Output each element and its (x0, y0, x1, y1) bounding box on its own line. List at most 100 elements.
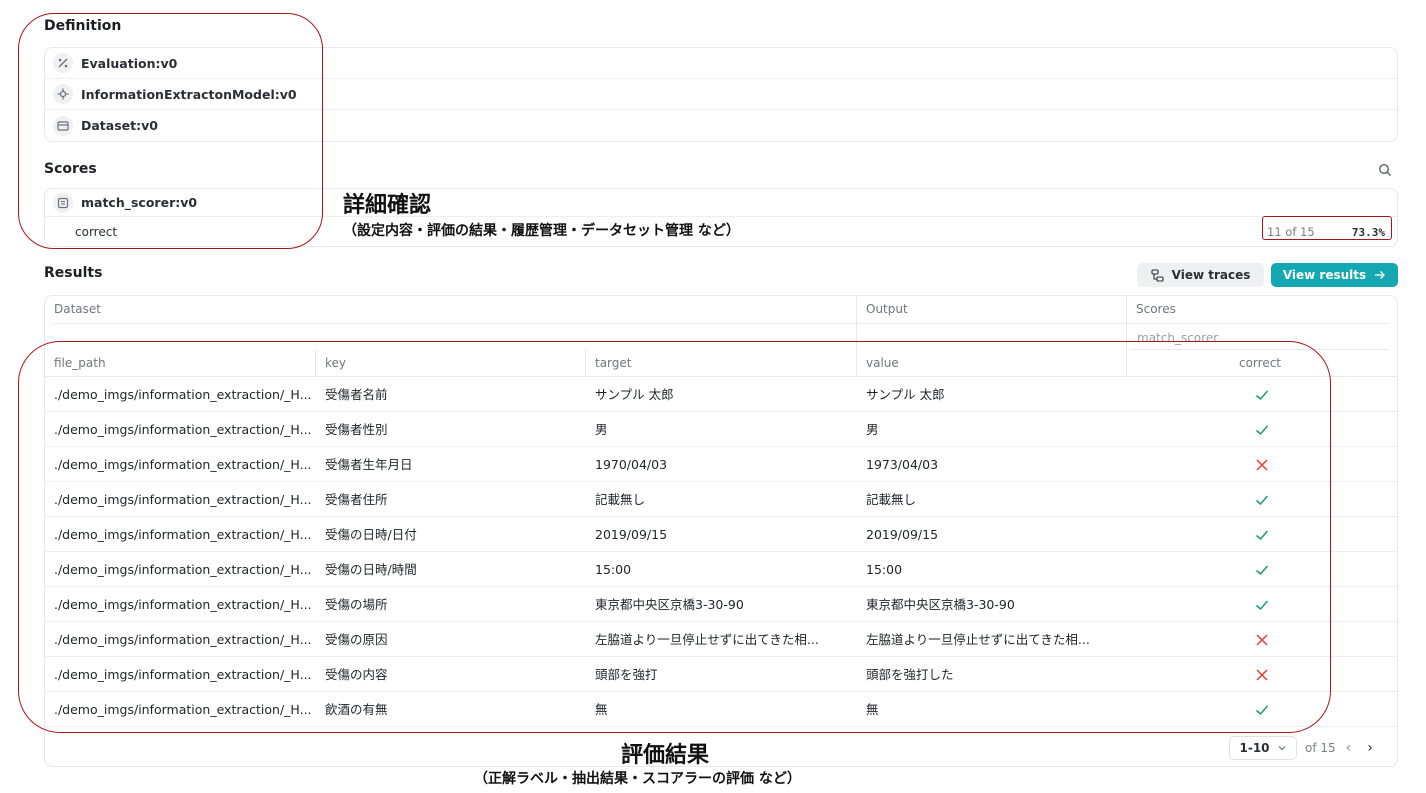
definition-item-label: InformationExtractonModel:v0 (81, 86, 297, 102)
cell-target: 左脇道より一旦停止せずに出てきた相... (595, 632, 819, 647)
definition-card: Evaluation:v0 InformationExtractonModel:… (44, 47, 1398, 142)
column-file-path[interactable]: file_path (45, 350, 316, 377)
column-key[interactable]: key (316, 350, 586, 377)
group-scores: Scores (1136, 302, 1176, 316)
table-row[interactable]: ./demo_imgs/information_extraction/_H...… (45, 377, 1397, 412)
cell-key: 飲酒の有無 (325, 702, 388, 717)
definition-item-label: Evaluation:v0 (81, 55, 178, 71)
column-value[interactable]: value (857, 350, 1127, 377)
cell-value: 東京都中央区京橋3-30-90 (866, 597, 1015, 612)
cell-file-path: ./demo_imgs/information_extraction/_H... (54, 597, 312, 612)
cross-icon (1256, 634, 1268, 646)
table-row[interactable]: ./demo_imgs/information_extraction/_H...… (45, 447, 1397, 482)
metric-count: 11 of 15 (1267, 225, 1315, 239)
scorer-row[interactable]: match_scorer:v0 (45, 189, 1397, 217)
table-icon (53, 115, 73, 136)
cell-value: 無 (866, 702, 879, 717)
cell-target: 東京都中央区京橋3-30-90 (595, 597, 744, 612)
table-row[interactable]: ./demo_imgs/information_extraction/_H...… (45, 482, 1397, 517)
table-row[interactable]: ./demo_imgs/information_extraction/_H...… (45, 622, 1397, 657)
group-match-scorer: match_scorer (1137, 331, 1219, 345)
annotation-details-subtitle: （設定内容・評価の結果・履歴管理・データセット管理 など） (343, 223, 740, 239)
cell-key: 受傷の日時/日付 (325, 527, 417, 542)
view-traces-button[interactable]: View traces (1137, 263, 1264, 287)
cell-file-path: ./demo_imgs/information_extraction/_H... (54, 492, 312, 507)
column-target[interactable]: target (586, 350, 857, 377)
annotation-details-title: 詳細確認 (343, 193, 432, 218)
page-size-select[interactable]: 1-10 (1229, 736, 1297, 760)
cell-target: 無 (595, 702, 608, 717)
check-icon (1256, 390, 1269, 401)
definition-title: Definition (44, 18, 122, 34)
check-icon (1256, 495, 1269, 506)
cell-target: サンプル 太郎 (595, 387, 674, 402)
cell-key: 受傷の原因 (325, 632, 388, 647)
table-row[interactable]: ./demo_imgs/information_extraction/_H...… (45, 552, 1397, 587)
definition-item-evaluation[interactable]: Evaluation:v0 (45, 48, 1397, 79)
search-button[interactable] (1373, 158, 1397, 182)
scorer-label: match_scorer:v0 (81, 195, 198, 210)
view-results-button[interactable]: View results (1271, 263, 1398, 287)
definition-item-label: Dataset:v0 (81, 118, 158, 133)
cell-file-path: ./demo_imgs/information_extraction/_H... (54, 422, 312, 437)
cell-target: 15:00 (595, 562, 632, 577)
cell-value: 頭部を強打した (866, 667, 954, 682)
metric-label: correct (75, 225, 118, 239)
group-dataset: Dataset (54, 302, 101, 316)
cell-target: 男 (595, 422, 608, 437)
column-correct[interactable]: correct (1127, 350, 1397, 377)
metric-stats: 11 of 15 73.3% (1261, 220, 1391, 244)
cross-icon (1256, 669, 1268, 681)
arrow-right-icon (1375, 271, 1386, 279)
view-traces-label: View traces (1171, 268, 1251, 282)
cell-file-path: ./demo_imgs/information_extraction/_H... (54, 527, 312, 542)
next-page-button[interactable]: › (1367, 740, 1373, 756)
cell-value: サンプル 太郎 (866, 387, 945, 402)
cell-value: 2019/09/15 (866, 527, 939, 542)
cell-target: 頭部を強打 (595, 667, 658, 682)
table-row[interactable]: ./demo_imgs/information_extraction/_H...… (45, 692, 1397, 727)
cell-key: 受傷者名前 (325, 387, 388, 402)
metric-percent: 73.3% (1351, 225, 1385, 239)
table-row[interactable]: ./demo_imgs/information_extraction/_H...… (45, 657, 1397, 692)
results-table: Dataset Output Scores match_scorer file_… (44, 295, 1398, 767)
page-total: of 15 (1305, 741, 1336, 755)
cell-key: 受傷の日時/時間 (325, 562, 417, 577)
annotation-results-subtitle: （正解ラベル・抽出結果・スコアラーの評価 など） (474, 771, 801, 787)
chevron-down-icon (1278, 746, 1285, 751)
prev-page-button[interactable]: ‹ (1346, 740, 1352, 756)
scores-title: Scores (44, 161, 97, 177)
cell-key: 受傷の場所 (325, 597, 388, 612)
cell-key: 受傷の内容 (325, 667, 388, 682)
page-range: 1-10 (1239, 741, 1270, 755)
scorer-icon (53, 192, 73, 213)
check-icon (1256, 530, 1269, 541)
cell-target: 1970/04/03 (595, 457, 668, 472)
cell-target: 記載無し (595, 492, 646, 507)
table-body: ./demo_imgs/information_extraction/_H...… (45, 377, 1397, 727)
check-icon (1256, 705, 1269, 716)
cell-key: 受傷者生年月日 (325, 457, 413, 472)
percent-icon (53, 53, 73, 73)
cell-key: 受傷者性別 (325, 422, 388, 437)
check-icon (1256, 600, 1269, 611)
check-icon (1256, 425, 1269, 436)
pagination: 1-10 of 15 ‹ › (1229, 736, 1397, 760)
cell-value: 左脇道より一旦停止せずに出てきた相... (866, 632, 1090, 647)
definition-item-model[interactable]: InformationExtractonModel:v0 (45, 79, 1397, 110)
cell-value: 男 (866, 422, 879, 437)
table-row[interactable]: ./demo_imgs/information_extraction/_H...… (45, 517, 1397, 552)
model-icon (53, 84, 73, 104)
group-output: Output (866, 302, 908, 316)
cell-file-path: ./demo_imgs/information_extraction/_H... (54, 702, 312, 717)
cell-file-path: ./demo_imgs/information_extraction/_H... (54, 632, 312, 647)
cell-target: 2019/09/15 (595, 527, 668, 542)
table-row[interactable]: ./demo_imgs/information_extraction/_H...… (45, 412, 1397, 447)
cell-file-path: ./demo_imgs/information_extraction/_H... (54, 667, 312, 682)
cell-file-path: ./demo_imgs/information_extraction/_H... (54, 457, 312, 472)
table-row[interactable]: ./demo_imgs/information_extraction/_H...… (45, 587, 1397, 622)
definition-item-dataset[interactable]: Dataset:v0 (45, 110, 1397, 141)
search-icon (1378, 163, 1391, 176)
annotation-results-title: 評価結果 (621, 743, 710, 768)
view-results-label: View results (1282, 268, 1367, 282)
